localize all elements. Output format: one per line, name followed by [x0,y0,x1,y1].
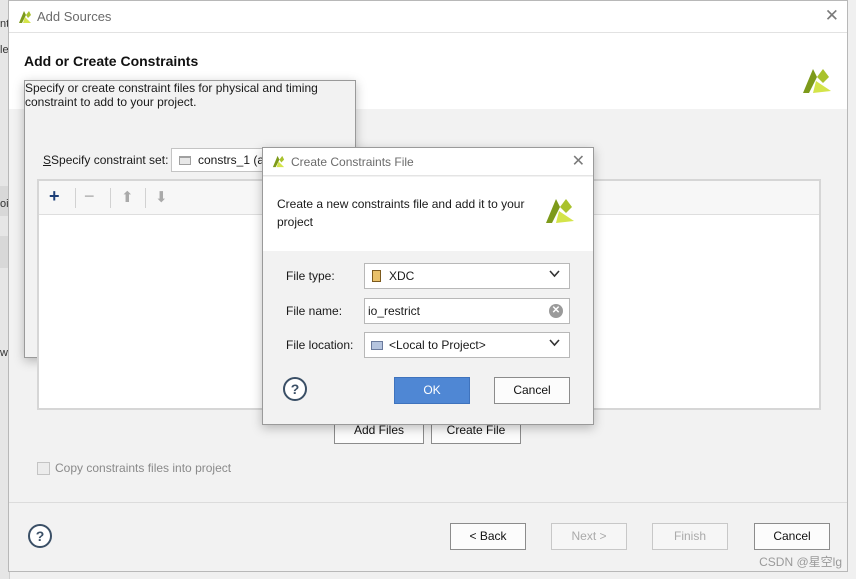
cancel-button[interactable]: Cancel [754,523,830,550]
copy-constraints-label: Copy constraints files into project [55,461,232,475]
copy-constraints-option[interactable]: Copy constraints files into project [37,461,231,475]
dialog-titlebar: Add Sources ✕ [9,1,847,33]
folder-icon [179,156,191,165]
watermark: CSDN @星空lg [759,555,842,569]
vivado-logo-icon [544,195,576,230]
file-type-select[interactable]: XDC [364,263,570,289]
clear-icon[interactable]: ✕ [549,304,563,318]
constraint-set-value: constrs_1 (a [198,153,265,167]
vivado-logo-icon [271,154,286,172]
sub-cancel-label: Cancel [513,383,551,397]
sub-dialog-title: Create Constraints File [291,155,414,169]
finish-button[interactable]: Finish [652,523,728,550]
ok-button[interactable]: OK [394,377,470,404]
toolbar-divider [110,188,111,208]
sub-dialog-header: Create a new constraints file and add it… [263,177,593,251]
sub-dialog-description: Create a new constraints file and add it… [277,197,525,229]
location-icon [371,341,383,350]
page-title: Add or Create Constraints [24,53,199,69]
create-constraints-file-dialog: Create Constraints File ✕ Create a new c… [262,147,594,425]
constraint-set-label: SSpecify constraint set: [43,153,169,167]
create-file-label: Create File [446,423,506,437]
chevron-down-icon [549,268,560,282]
plus-icon[interactable]: + [49,186,60,207]
ok-label: OK [423,383,441,397]
constraint-set-select[interactable]: constrs_1 (a [171,148,271,172]
footer-divider [9,502,847,503]
copy-constraints-checkbox[interactable] [37,462,50,475]
back-label: < Back [469,529,507,543]
dialog-title: Add Sources [37,9,112,24]
file-name-label: File name: [286,304,343,318]
close-icon[interactable]: ✕ [572,151,585,171]
file-name-value: io_restrict [368,304,421,318]
minus-icon[interactable]: − [84,186,95,207]
vivado-logo-icon [17,9,33,28]
constraint-set-label-text: Specify constraint set: [51,153,169,167]
next-label: Next > [571,529,607,543]
file-location-value: <Local to Project> [389,338,486,352]
back-button[interactable]: < Back [450,523,526,550]
arrow-down-icon[interactable]: ⬇ [155,188,168,206]
cancel-label: Cancel [773,529,811,543]
help-icon[interactable]: ? [283,377,307,401]
background-text-fragment: w [0,347,8,359]
file-type-label: File type: [286,269,335,283]
vivado-logo-icon [801,65,833,100]
next-button[interactable]: Next > [551,523,627,550]
help-icon[interactable]: ? [28,524,52,548]
xdc-file-icon [372,270,381,282]
finish-label: Finish [673,529,706,543]
toolbar-divider [75,188,76,208]
dialog-header: Add or Create Constraints Specify or cre… [9,33,847,358]
file-name-input[interactable]: io_restrict ✕ [364,298,570,324]
file-location-label: File location: [286,338,354,352]
sub-dialog-titlebar: Create Constraints File ✕ [263,148,593,176]
close-icon[interactable]: ✕ [825,6,839,26]
file-location-select[interactable]: <Local to Project> [364,332,570,358]
toolbar-divider [145,188,146,208]
file-type-value: XDC [389,269,415,283]
chevron-down-icon [549,337,560,351]
sub-cancel-button[interactable]: Cancel [494,377,570,404]
add-files-label: Add Files [353,423,405,437]
arrow-up-icon[interactable]: ⬆ [121,188,134,206]
